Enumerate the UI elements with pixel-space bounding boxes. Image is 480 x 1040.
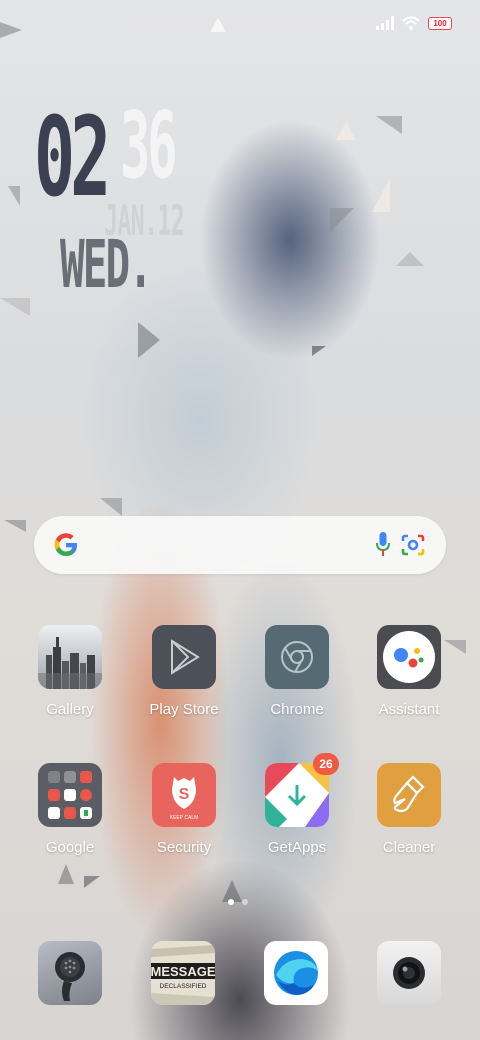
dock-browser[interactable]: [264, 941, 328, 1005]
page-indicator[interactable]: [228, 899, 248, 905]
wallpaper-shard: [210, 18, 226, 32]
google-folder-icon: [38, 763, 102, 827]
app-label: GetApps: [267, 839, 327, 856]
clock-hour: 02: [34, 93, 111, 221]
page-dot-2[interactable]: [242, 899, 248, 905]
svg-text:S: S: [179, 786, 190, 803]
app-label: Security: [156, 839, 212, 856]
chrome-icon: [265, 625, 329, 689]
messages-icon-text: MESSAGE: [151, 964, 215, 979]
app-google-folder[interactable]: Google: [15, 763, 125, 856]
wallpaper-shard: [8, 186, 20, 206]
google-g-icon: [52, 531, 80, 563]
wallpaper-shard: [0, 22, 22, 38]
app-chrome[interactable]: Chrome: [242, 625, 352, 718]
notification-badge: 26: [313, 753, 339, 775]
app-label: Chrome: [270, 701, 324, 718]
assistant-icon: [377, 625, 441, 689]
wallpaper-shard: [376, 116, 402, 134]
wallpaper-shard: [330, 208, 354, 232]
getapps-icon: 26: [265, 753, 339, 827]
page-dot-1[interactable]: [228, 899, 234, 905]
clock-minute: 36: [120, 92, 178, 199]
wallpaper-shard: [100, 498, 122, 516]
battery-icon: 100: [428, 16, 452, 30]
app-cleaner[interactable]: Cleaner: [354, 763, 464, 856]
app-label: Play Store: [149, 701, 219, 718]
wallpaper-shard: [84, 876, 100, 888]
microphone-icon[interactable]: [376, 532, 390, 562]
google-search-bar[interactable]: [34, 516, 446, 574]
wallpaper-shard: [58, 864, 74, 884]
wifi-icon: [402, 16, 420, 30]
app-security[interactable]: S KEEP CALM Security: [129, 763, 239, 856]
security-icon: S KEEP CALM: [152, 763, 216, 827]
phone-icon: [55, 952, 85, 1001]
google-lens-icon[interactable]: [400, 533, 426, 561]
app-label: Assistant: [378, 701, 440, 718]
play-store-icon: [152, 625, 216, 689]
wallpaper-shard: [138, 322, 160, 358]
app-label: Google: [45, 839, 95, 856]
gallery-icon: [38, 625, 102, 689]
app-label: Gallery: [46, 701, 94, 718]
wallpaper-shard: [0, 298, 30, 316]
status-bar: 100: [376, 16, 452, 30]
camera-icon: [393, 957, 425, 989]
dock-messages[interactable]: MESSAGE DECLASSIFIED: [151, 941, 215, 1005]
security-icon-text: KEEP CALM: [170, 815, 199, 821]
app-getapps[interactable]: 26 GetApps: [242, 753, 352, 856]
app-label: Cleaner: [382, 839, 436, 856]
messages-icon: MESSAGE DECLASSIFIED: [151, 941, 215, 1005]
app-gallery[interactable]: Gallery: [15, 625, 125, 718]
browser-icon: [274, 951, 318, 995]
cleaner-icon: [377, 763, 441, 827]
clock-weekday: WED.: [60, 226, 153, 303]
wallpaper-shard: [372, 178, 390, 212]
dock-camera[interactable]: [377, 941, 441, 1005]
messages-icon-subtext: DECLASSIFIED: [160, 983, 207, 990]
dock-phone[interactable]: [38, 941, 102, 1005]
signal-icon: [376, 16, 394, 30]
wallpaper-shard: [396, 252, 424, 266]
wallpaper-shard: [312, 346, 326, 356]
app-play-store[interactable]: Play Store: [129, 625, 239, 718]
wallpaper-shard: [4, 520, 26, 532]
wallpaper-shard: [336, 122, 356, 140]
battery-level: 100: [433, 18, 447, 28]
home-screen: 100 02 36 JAN.12 WED. Gallery Play Store…: [0, 0, 480, 1040]
app-assistant[interactable]: Assistant: [354, 625, 464, 718]
